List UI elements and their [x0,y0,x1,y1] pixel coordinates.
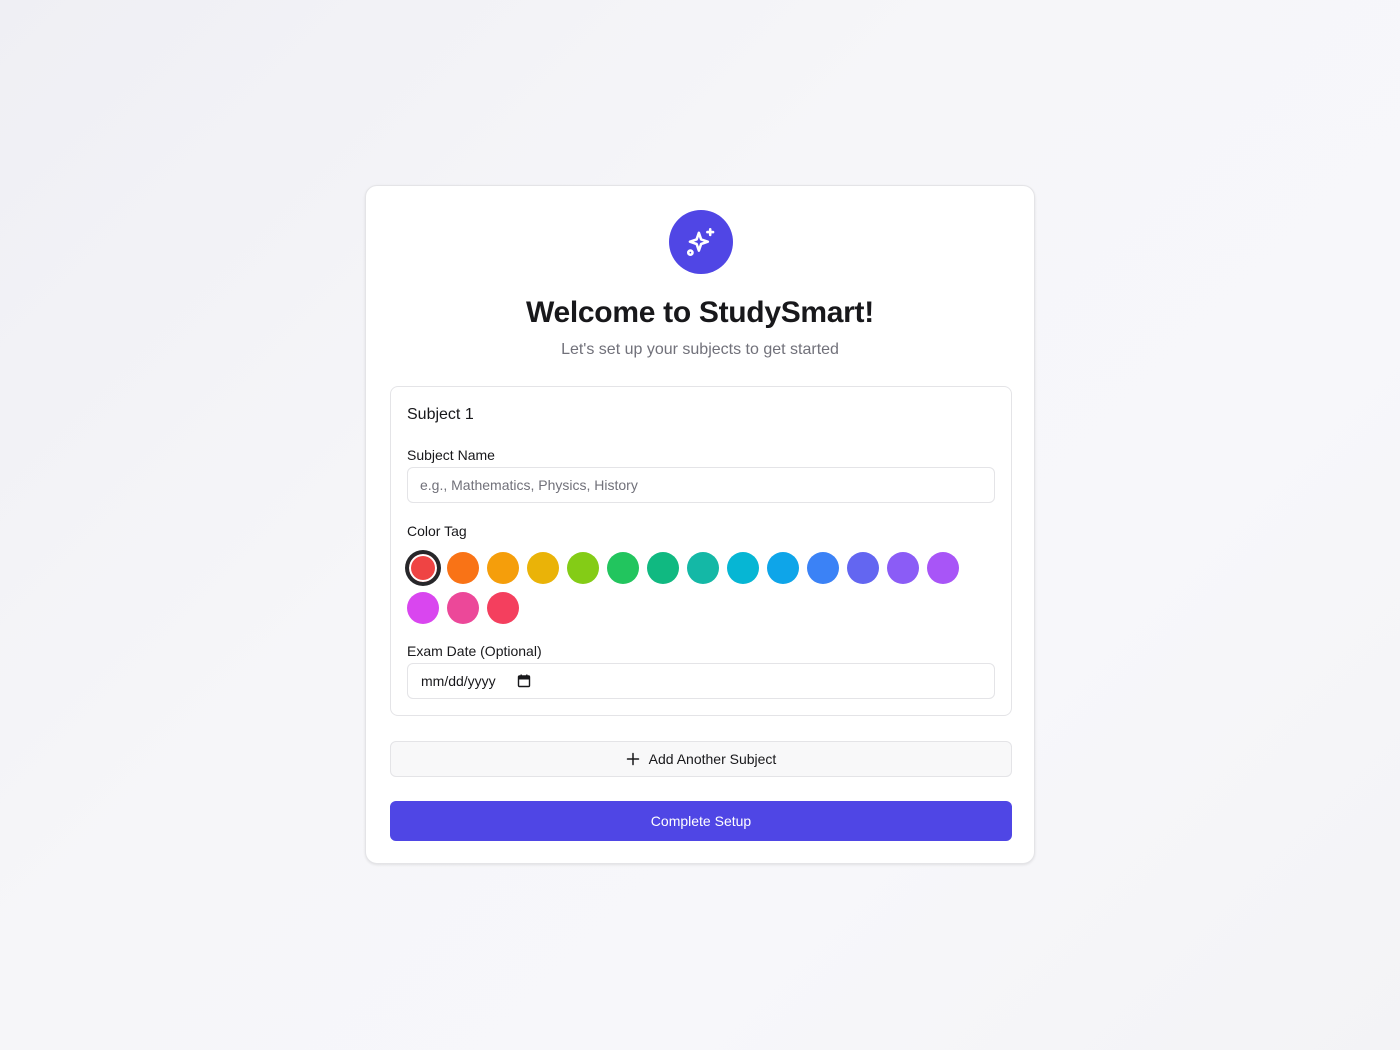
color-swatch[interactable] [887,552,919,584]
page-title: Welcome to StudySmart! [526,296,874,329]
page-subtitle: Let's set up your subjects to get starte… [561,341,839,358]
color-swatch[interactable] [407,552,439,584]
exam-date-input[interactable]: mm/dd/yyyy [407,663,995,699]
calendar-icon[interactable] [517,674,531,688]
color-swatch[interactable] [647,552,679,584]
color-swatch[interactable] [487,552,519,584]
logo-badge [669,210,733,274]
add-subject-label: Add Another Subject [648,751,777,767]
add-subject-button[interactable]: Add Another Subject [390,741,1012,777]
color-swatch[interactable] [487,592,519,624]
color-tag-label: Color Tag [407,523,467,539]
subject-form: Subject 1 Subject Name Color Tag Exam Da… [390,386,1012,716]
complete-setup-button[interactable]: Complete Setup [390,801,1012,841]
color-swatch[interactable] [687,552,719,584]
subject-name-label: Subject Name [407,447,495,463]
color-swatch[interactable] [567,552,599,584]
color-swatch[interactable] [847,552,879,584]
color-swatch[interactable] [767,552,799,584]
subject-name-input[interactable] [407,467,995,503]
color-swatch[interactable] [927,552,959,584]
color-swatch[interactable] [447,552,479,584]
color-swatch[interactable] [607,552,639,584]
setup-card: Welcome to StudySmart! Let's set up your… [365,185,1035,864]
sparkles-icon [686,227,715,257]
color-swatch[interactable] [447,592,479,624]
exam-date-placeholder: mm/dd/yyyy [421,673,496,689]
color-swatch[interactable] [407,592,439,624]
plus-icon [626,752,640,766]
complete-setup-label: Complete Setup [650,813,752,829]
exam-date-label: Exam Date (Optional) [407,643,542,659]
color-swatch[interactable] [807,552,839,584]
color-swatch[interactable] [727,552,759,584]
color-swatch[interactable] [527,552,559,584]
subject-heading: Subject 1 [407,406,474,423]
